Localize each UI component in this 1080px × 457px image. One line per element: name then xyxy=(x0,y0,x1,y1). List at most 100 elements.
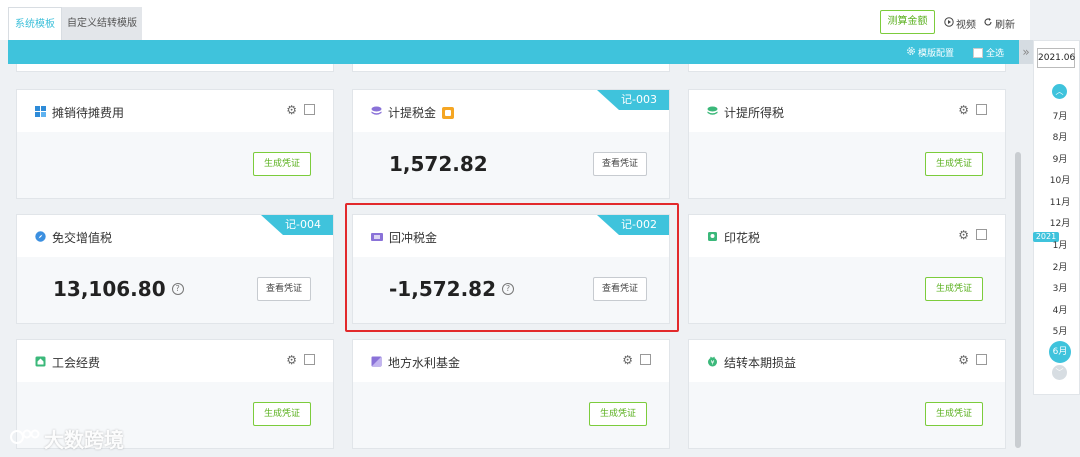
card-amount: 1,572.82 xyxy=(389,152,488,176)
gear-icon[interactable]: ⚙ xyxy=(958,103,969,117)
video-button[interactable]: 视频 xyxy=(944,16,976,31)
month-item[interactable]: 12月 xyxy=(1040,216,1080,229)
card-title: 印花税 xyxy=(707,229,760,246)
template-config-button[interactable]: 模版配置 xyxy=(906,46,954,59)
month-item[interactable]: 2月 xyxy=(1040,260,1080,273)
watermark-logo-icon xyxy=(10,427,40,451)
card-body: 生成凭证 xyxy=(689,132,1005,198)
month-item-selected[interactable]: 6月 xyxy=(1049,341,1071,363)
generate-voucher-button[interactable]: 生成凭证 xyxy=(925,152,983,176)
card-title: 计提所得税 xyxy=(707,104,784,121)
water-fund-icon xyxy=(371,356,382,370)
refresh-icon xyxy=(983,17,993,30)
tax-badge-icon xyxy=(442,106,455,119)
card-title-text: 计提所得税 xyxy=(724,106,785,120)
view-voucher-button[interactable]: 查看凭证 xyxy=(593,152,647,176)
month-item[interactable]: 8月 xyxy=(1040,130,1080,143)
action-bar xyxy=(8,40,1020,64)
card-checkbox[interactable] xyxy=(976,104,987,115)
chevron-down-icon[interactable]: ﹀ xyxy=(1052,365,1067,380)
card-accrue-tax: 计提税金 记-003 1,572.82 查看凭证 xyxy=(352,89,670,199)
union-icon xyxy=(35,356,46,370)
card-body: 生成凭证 xyxy=(353,382,669,448)
month-item[interactable]: 3月 xyxy=(1040,281,1080,294)
watermark-text: 大数跨境 xyxy=(44,428,124,452)
card-stamp-tax: 印花税 ⚙ 生成凭证 xyxy=(688,214,1006,324)
view-voucher-button[interactable]: 查看凭证 xyxy=(257,277,311,301)
watermark: 大数跨境 xyxy=(10,424,124,453)
voucher-ribbon: 记-004 xyxy=(261,215,333,235)
collapse-panel-button[interactable]: » xyxy=(1019,40,1033,64)
refresh-button[interactable]: 刷新 xyxy=(983,16,1015,31)
profit-icon: ¥ xyxy=(707,356,718,370)
month-item[interactable]: 10月 xyxy=(1040,173,1080,186)
card-partial xyxy=(688,64,1006,72)
help-icon[interactable]: ? xyxy=(171,283,184,295)
month-item[interactable]: 4月 xyxy=(1040,303,1080,316)
card-title: 工会经费 xyxy=(35,354,100,371)
template-config-label: 模版配置 xyxy=(918,49,955,59)
card-title-text: 印花税 xyxy=(724,231,761,245)
card-checkbox[interactable] xyxy=(976,229,987,240)
month-item[interactable]: 7月 xyxy=(1040,109,1080,122)
card-amortize-expense: 摊销待摊费用 ⚙ 生成凭证 xyxy=(16,89,334,199)
play-icon xyxy=(944,17,954,30)
period-input[interactable]: 2021.06 xyxy=(1037,48,1075,68)
calc-amount-button[interactable]: 测算金额 xyxy=(880,10,935,34)
card-vat-exempt: 免交增值税 记-004 13,106.80 ? 查看凭证 xyxy=(16,214,334,324)
tab-custom-template[interactable]: 自定义结转模版 xyxy=(62,7,142,40)
gear-icon[interactable]: ⚙ xyxy=(286,103,297,117)
card-checkbox[interactable] xyxy=(976,354,987,365)
card-title-text: 计提税金 xyxy=(388,106,437,120)
amount-value: 1,572.82 xyxy=(389,152,488,176)
card-title-text: 结转本期损益 xyxy=(724,356,797,370)
card-title-text: 免交增值税 xyxy=(52,231,113,245)
month-item[interactable]: 11月 xyxy=(1040,195,1080,208)
gear-icon[interactable]: ⚙ xyxy=(622,353,633,367)
generate-voucher-button[interactable]: 生成凭证 xyxy=(925,277,983,301)
chevron-up-icon[interactable]: ︿ xyxy=(1052,84,1067,99)
gear-icon[interactable]: ⚙ xyxy=(958,353,969,367)
compass-icon xyxy=(35,230,46,245)
card-transfer-profit-loss: ¥ 结转本期损益 ⚙ 生成凭证 xyxy=(688,339,1006,449)
card-title: 地方水利基金 xyxy=(371,354,460,371)
select-all-checkbox[interactable] xyxy=(973,47,983,58)
month-item[interactable]: 1月 xyxy=(1040,238,1080,251)
card-checkbox[interactable] xyxy=(640,354,651,365)
generate-voucher-button[interactable]: 生成凭证 xyxy=(253,402,311,426)
card-checkbox[interactable] xyxy=(304,354,315,365)
amount-value: 13,106.80 xyxy=(53,277,166,301)
refresh-label: 刷新 xyxy=(995,20,1015,31)
scrollbar[interactable] xyxy=(1015,152,1021,448)
card-body: 生成凭证 xyxy=(17,132,333,198)
card-title: 计提税金 xyxy=(371,104,455,121)
generate-voucher-button[interactable]: 生成凭证 xyxy=(253,152,311,176)
card-title: 摊销待摊费用 xyxy=(35,104,124,121)
top-bar xyxy=(0,0,1030,40)
grid-icon xyxy=(35,105,46,120)
card-title-text: 地方水利基金 xyxy=(388,356,461,370)
layers-icon xyxy=(371,106,382,120)
layers-green-icon xyxy=(707,106,718,120)
card-body: 1,572.82 查看凭证 xyxy=(353,132,669,198)
select-all-label: 全选 xyxy=(986,49,1005,59)
select-all[interactable]: 全选 xyxy=(973,46,1004,59)
generate-voucher-button[interactable]: 生成凭证 xyxy=(925,402,983,426)
generate-voucher-button[interactable]: 生成凭证 xyxy=(589,402,647,426)
card-title-text: 工会经费 xyxy=(52,356,101,370)
card-title: ¥ 结转本期损益 xyxy=(707,354,796,371)
card-partial xyxy=(16,64,334,72)
voucher-ribbon: 记-003 xyxy=(597,90,669,110)
tab-system-template[interactable]: 系统模板 xyxy=(8,7,62,40)
card-body: 生成凭证 xyxy=(689,382,1005,448)
card-checkbox[interactable] xyxy=(304,104,315,115)
card-amount: 13,106.80 ? xyxy=(53,277,184,301)
month-item[interactable]: 9月 xyxy=(1040,152,1080,165)
gear-icon[interactable]: ⚙ xyxy=(958,228,969,242)
month-item[interactable]: 5月 xyxy=(1040,324,1080,337)
card-income-tax: 计提所得税 ⚙ 生成凭证 xyxy=(688,89,1006,199)
card-body: 13,106.80 ? 查看凭证 xyxy=(17,257,333,323)
card-title: 免交增值税 xyxy=(35,229,112,246)
gear-icon[interactable]: ⚙ xyxy=(286,353,297,367)
card-partial xyxy=(352,64,670,72)
